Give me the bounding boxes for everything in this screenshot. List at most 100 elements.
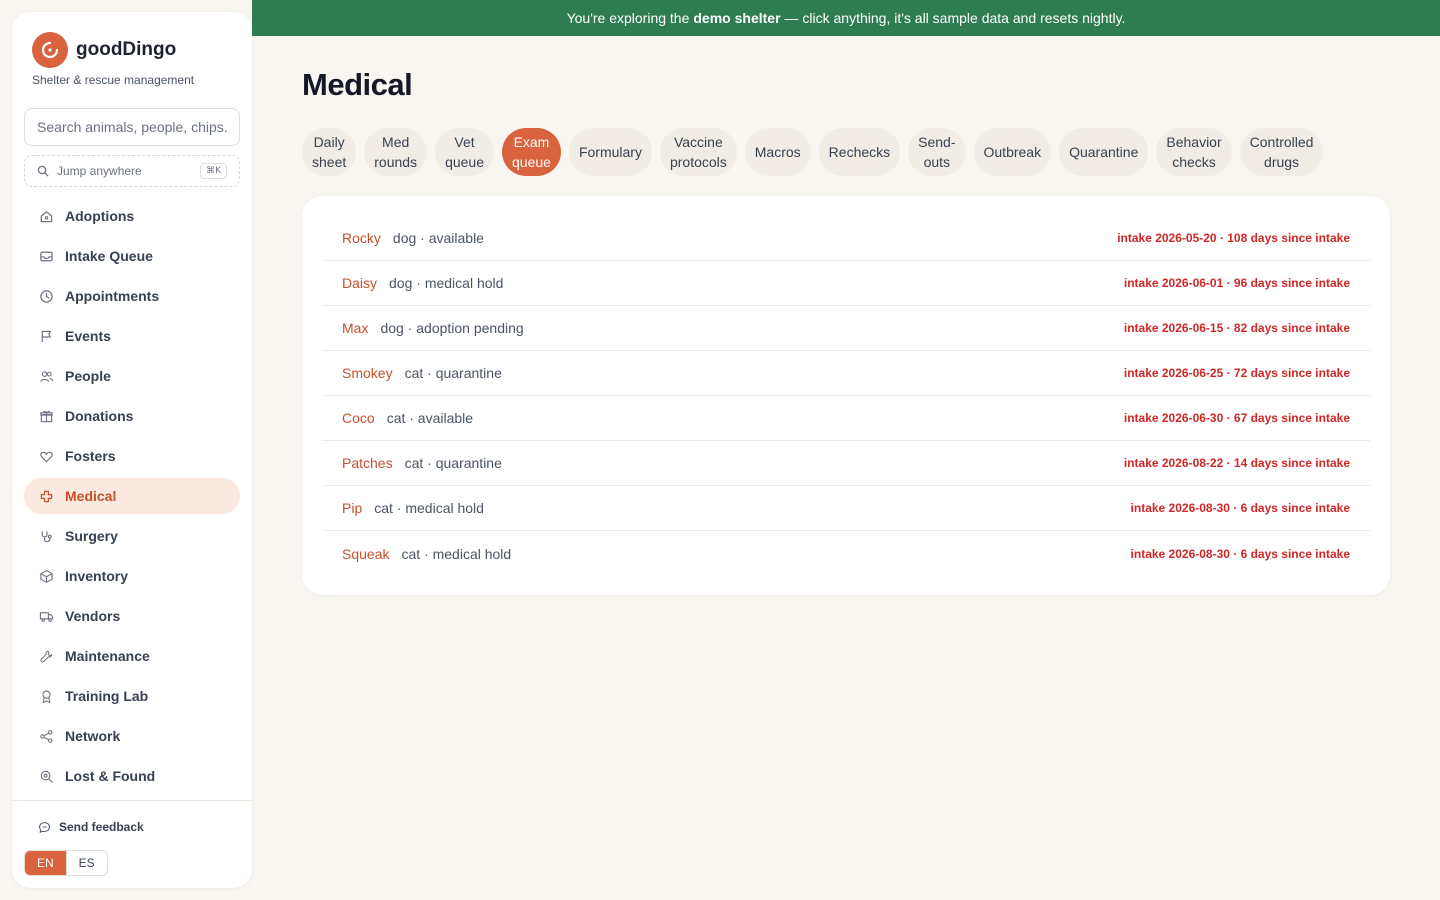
sidebar-item-label: Donations: [65, 408, 134, 424]
banner-text-after: — click anything, it's all sample data a…: [784, 10, 1126, 26]
sidebar-item-lost-and-found[interactable]: Lost & Found: [24, 758, 240, 794]
search-input[interactable]: [24, 108, 240, 146]
sidebar-item-label: Network: [65, 728, 121, 744]
exam-queue-card: Rocky dog · available intake 2026-05-20 …: [302, 196, 1390, 595]
tab-quarantine[interactable]: Quarantine: [1059, 128, 1149, 176]
sidebar-item-events[interactable]: Events: [24, 318, 240, 354]
sidebar-item-intake-queue[interactable]: Intake Queue: [24, 238, 240, 274]
flag-icon: [38, 328, 54, 344]
sidebar-item-medical[interactable]: Medical: [24, 478, 240, 514]
sidebar-item-maintenance[interactable]: Maintenance: [24, 638, 240, 674]
sidebar-item-surgery[interactable]: Surgery: [24, 518, 240, 554]
demo-banner: You're exploring the demo shelter — clic…: [252, 0, 1440, 36]
stethoscope-icon: [38, 528, 54, 544]
tab-vet-queue[interactable]: Vet queue: [435, 128, 494, 176]
animal-meta: dog · medical hold: [389, 275, 504, 291]
sidebar-item-label: Appointments: [65, 288, 160, 304]
language-es-button[interactable]: ES: [65, 851, 107, 875]
send-feedback-label: Send feedback: [59, 820, 144, 834]
list-item: Squeak cat · medical hold intake 2026-08…: [322, 531, 1370, 576]
sidebar-item-inventory[interactable]: Inventory: [24, 558, 240, 594]
sidebar-item-fosters[interactable]: Fosters: [24, 438, 240, 474]
sidebar-item-people[interactable]: People: [24, 358, 240, 394]
animal-name-link[interactable]: Patches: [342, 455, 393, 471]
sidebar-item-label: Events: [65, 328, 111, 344]
medical-tabs: Daily sheet Med rounds Vet queue Exam queue …: [302, 128, 1324, 176]
tab-behavior-checks[interactable]: Behavior checks: [1156, 128, 1232, 176]
tab-label: Formulary: [578, 144, 642, 160]
search-zoom-icon: [38, 768, 54, 784]
inbox-icon: [38, 248, 54, 264]
tab-label-line2: outs: [923, 154, 951, 170]
tab-formulary[interactable]: Formulary: [568, 128, 652, 176]
tab-label: Quarantine: [1069, 144, 1139, 160]
animal-name-link[interactable]: Rocky: [342, 230, 381, 246]
sidebar-item-label: People: [65, 368, 111, 384]
sidebar-divider: [12, 800, 252, 801]
truck-icon: [38, 608, 54, 624]
animal-name-link[interactable]: Pip: [342, 500, 362, 516]
tab-label-line1: Vaccine: [673, 134, 723, 150]
tab-daily-sheet[interactable]: Daily sheet: [302, 128, 357, 176]
animal-meta: dog · available: [392, 230, 484, 246]
heart-icon: [38, 448, 54, 464]
sidebar-item-appointments[interactable]: Appointments: [24, 278, 240, 314]
animal-meta: cat · quarantine: [404, 455, 502, 471]
sidebar-item-label: Vendors: [65, 608, 121, 624]
animal-name-link[interactable]: Smokey: [342, 365, 393, 381]
box-icon: [38, 568, 54, 584]
sidebar-item-donations[interactable]: Donations: [24, 398, 240, 434]
people-icon: [38, 368, 54, 384]
tab-label-line2: queue: [512, 154, 551, 170]
brand-tagline: Shelter & rescue management: [32, 73, 195, 87]
tab-label-line1: Controlled: [1249, 134, 1314, 150]
tab-exam-queue[interactable]: Exam queue: [502, 128, 561, 176]
tab-label-line2: drugs: [1264, 154, 1300, 170]
brand[interactable]: goodDingo: [32, 32, 176, 68]
jump-anywhere-button[interactable]: Jump anywhere ⌘K: [24, 155, 240, 187]
list-item: Coco cat · available intake 2026-06-30 ·…: [322, 396, 1370, 441]
sidebar-item-training-lab[interactable]: Training Lab: [24, 678, 240, 714]
sidebar-item-label: Training Lab: [65, 688, 149, 704]
intake-info: intake 2026-06-01 · 96 days since intake: [1123, 276, 1350, 290]
tab-send-outs[interactable]: Send-outs: [908, 128, 966, 176]
intake-info: intake 2026-05-20 · 108 days since intak…: [1117, 231, 1350, 245]
list-item: Patches cat · quarantine intake 2026-08-…: [322, 441, 1370, 486]
tab-outbreak[interactable]: Outbreak: [973, 128, 1052, 176]
sidebar-nav: Adoptions Intake Queue Appointments Even…: [24, 198, 240, 798]
tab-controlled-drugs[interactable]: Controlled drugs: [1239, 128, 1324, 176]
animal-name-link[interactable]: Max: [342, 320, 368, 336]
sidebar-item-network[interactable]: Network: [24, 718, 240, 754]
language-en-button[interactable]: EN: [25, 851, 66, 875]
tab-rechecks[interactable]: Rechecks: [818, 128, 901, 176]
tab-label-line1: Behavior: [1166, 134, 1222, 150]
animal-meta: cat · available: [386, 410, 474, 426]
animal-name-link[interactable]: Squeak: [342, 546, 389, 562]
tab-label-line1: Med: [382, 134, 410, 150]
tab-label-line2: queue: [445, 154, 484, 170]
clock-icon: [38, 288, 54, 304]
share-icon: [38, 728, 54, 744]
tab-label-line1: Vet: [454, 134, 475, 150]
tab-vaccine-protocols[interactable]: Vaccine protocols: [659, 128, 737, 176]
tab-label-line1: Daily: [313, 134, 345, 150]
animal-name-link[interactable]: Daisy: [342, 275, 377, 291]
intake-info: intake 2026-08-22 · 14 days since intake: [1123, 456, 1350, 470]
banner-text-bold: demo shelter: [693, 10, 781, 26]
chat-bubble-icon: [39, 821, 50, 833]
sidebar: goodDingo Shelter & rescue management Ju…: [12, 12, 252, 888]
animal-name-link[interactable]: Coco: [342, 410, 375, 426]
intake-info: intake 2026-08-30 · 6 days since intake: [1130, 546, 1350, 561]
send-feedback-button[interactable]: Send feedback: [38, 820, 144, 834]
animal-meta: cat · medical hold: [374, 500, 484, 516]
intake-info: intake 2026-06-30 · 67 days since intake: [1123, 411, 1350, 425]
tab-label-line1: Send-: [918, 134, 956, 150]
tab-macros[interactable]: Macros: [744, 128, 811, 176]
sidebar-item-label: Lost & Found: [65, 768, 156, 784]
tab-med-rounds[interactable]: Med rounds: [364, 128, 428, 176]
search-icon: [37, 165, 49, 177]
sidebar-item-vendors[interactable]: Vendors: [24, 598, 240, 634]
tab-label-line2: sheet: [312, 154, 347, 170]
page-title: Medical: [302, 67, 413, 102]
sidebar-item-adoptions[interactable]: Adoptions: [24, 198, 240, 234]
